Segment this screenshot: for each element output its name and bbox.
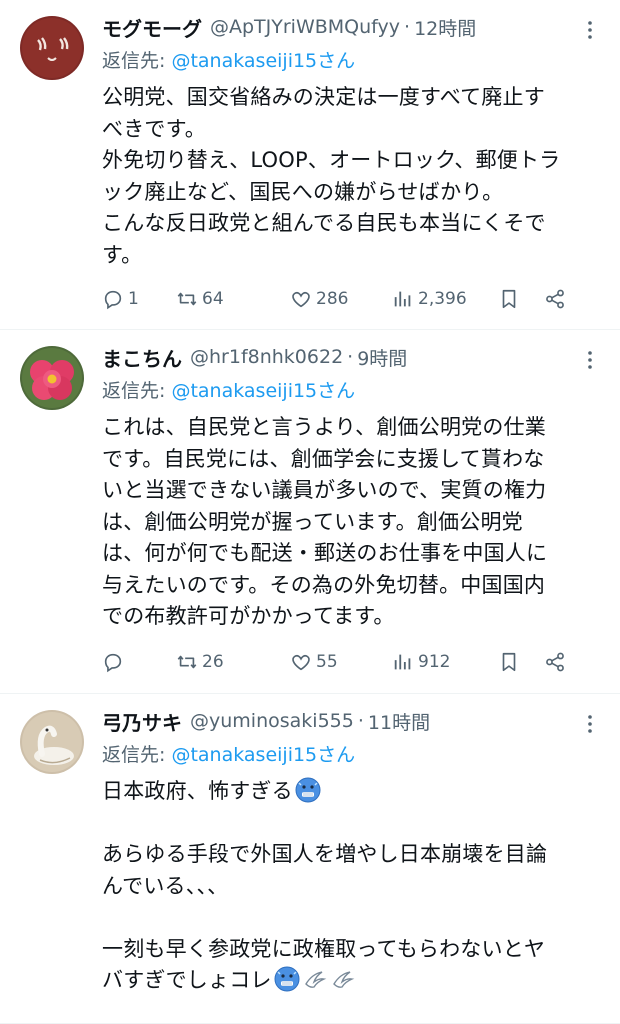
user-handle[interactable]: @hr1f8nhk0622 xyxy=(190,346,343,368)
tweet-text: 日本政府、怖すぎる あらゆる手段で外国人を増やし日本崩壊を目論 んでいる、、、 … xyxy=(102,776,604,997)
user-handle[interactable]: @yuminosaki555 xyxy=(190,710,354,732)
views-button[interactable]: 912 xyxy=(392,651,450,673)
display-name[interactable]: モグモーグ xyxy=(102,13,202,42)
tweet-text-line xyxy=(102,902,604,934)
action-bar: 26 55 912 xyxy=(102,650,604,674)
avatar-image xyxy=(20,710,84,774)
views-count: 912 xyxy=(418,652,451,672)
tweet-text-line: は、創価公明党が握っています。創価公明党 xyxy=(102,509,523,534)
display-name[interactable]: まこちん xyxy=(102,343,182,372)
reply-to-label: 返信先: xyxy=(102,380,172,402)
retweet-count: 26 xyxy=(202,652,224,672)
timestamp[interactable]: 11時間 xyxy=(368,708,430,735)
tweet-text-line: 与えたいのです。その為の外免切替。中国国内 xyxy=(102,572,546,597)
tweet-text: 公明党、国交省絡みの決定は一度すべて廃止す べきです。 外免切り替え、LOOP、… xyxy=(102,82,604,271)
tweet-text: これは、自民党と言うより、創価公明党の仕業 です。自民党には、創価学会に支援して… xyxy=(102,412,604,633)
tweet-text-line: す。 xyxy=(102,242,143,267)
reply-count: 1 xyxy=(128,289,139,309)
tweet-text-line: です。自民党には、創価学会に支援して貰わな xyxy=(102,446,545,471)
tweet-text-line: 一刻も早く参政党に政権取ってもらわないとヤ xyxy=(102,936,546,961)
reply-to-label: 返信先: xyxy=(102,744,172,766)
retweet-icon xyxy=(177,655,197,669)
bookmark-button[interactable] xyxy=(498,651,520,673)
more-icon[interactable] xyxy=(578,712,602,736)
share-icon xyxy=(546,652,564,672)
retweet-icon xyxy=(177,292,197,306)
cold-face-emoji xyxy=(295,777,321,803)
action-bar: 1 64 286 2,396 xyxy=(102,287,604,311)
tweet-text-line: 日本政府、怖すぎる xyxy=(102,776,604,808)
reply-to-line: 返信先: @tanakaseiji15さん xyxy=(102,46,604,76)
reply-icon xyxy=(104,653,122,673)
like-button[interactable]: 55 xyxy=(290,651,338,673)
share-icon xyxy=(546,289,564,309)
more-icon[interactable] xyxy=(578,18,602,42)
user-handle[interactable]: @ApTJYriWBMQufyy xyxy=(210,16,400,38)
cold-face-emoji xyxy=(274,966,300,992)
reply-mention-link[interactable]: @tanakaseiji15さん xyxy=(171,744,355,766)
views-icon xyxy=(394,291,411,307)
reply-icon xyxy=(104,290,122,310)
reply-tweet[interactable]: まこちん @hr1f8nhk0622 · 9時間 返信先: @tanakasei… xyxy=(0,330,620,694)
more-icon[interactable] xyxy=(578,348,602,372)
tweet-text-line: こんな反日政党と組んでる自民も本当にくそで xyxy=(102,211,546,235)
tweet-text-line: ック廃止など、国民への嫌がらせばかり。 xyxy=(102,179,504,204)
tweet-text-segment: 日本政府、怖すぎる xyxy=(102,779,293,803)
views-button[interactable]: 2,396 xyxy=(392,288,467,310)
bookmark-button[interactable] xyxy=(498,288,520,310)
tweet-text-line: べきです。 xyxy=(102,116,206,141)
separator-dot: · xyxy=(347,346,354,368)
reply-mention-link[interactable]: @tanakaseiji15さん xyxy=(171,50,355,72)
dash-emoji xyxy=(304,971,326,988)
tweet-text-line: いと当選できない議員が多いので、実質の権力 xyxy=(102,478,547,502)
heart-icon xyxy=(292,654,310,671)
views-icon xyxy=(394,654,411,670)
heart-icon xyxy=(292,291,310,308)
reply-mention-link[interactable]: @tanakaseiji15さん xyxy=(171,380,355,402)
tweet-text-segment: バすぎでしょコレ xyxy=(102,968,272,992)
reply-tweet[interactable]: モグモーグ @ApTJYriWBMQufyy · 12時間 返信先: @tana… xyxy=(0,0,620,330)
reply-button[interactable]: 1 xyxy=(102,288,139,310)
timeline: モグモーグ @ApTJYriWBMQufyy · 12時間 返信先: @tana… xyxy=(0,0,620,1024)
bookmark-icon xyxy=(502,289,516,309)
dash-emoji xyxy=(332,971,354,988)
separator-dot: · xyxy=(404,16,411,38)
tweet-text-line: 外免切り替え、LOOP、オートロック、郵便トラ xyxy=(102,148,561,172)
separator-dot: · xyxy=(357,710,364,732)
retweet-button[interactable]: 26 xyxy=(176,651,224,673)
avatar-image xyxy=(20,16,84,80)
share-button[interactable] xyxy=(544,288,566,310)
avatar-image xyxy=(20,346,84,410)
reply-to-line: 返信先: @tanakaseiji15さん xyxy=(102,376,604,406)
retweet-count: 64 xyxy=(202,289,224,309)
avatar[interactable] xyxy=(20,346,84,410)
reply-tweet[interactable]: 弓乃サキ @yuminosaki555 · 11時間 返信先: @tanakas… xyxy=(0,694,620,1024)
reply-to-label: 返信先: xyxy=(102,50,172,72)
tweet-text-line: での布教許可がかかってます。 xyxy=(102,604,395,628)
tweet-text-line: 公明党、国交省絡みの決定は一度すべて廃止す xyxy=(102,85,545,109)
tweet-text-line: んでいる、、、 xyxy=(102,873,229,898)
avatar[interactable] xyxy=(20,16,84,80)
tweet-text-line: は、何が何でも配送・郵送のお仕事を中国人に xyxy=(102,541,548,565)
like-count: 286 xyxy=(316,289,349,309)
like-button[interactable]: 286 xyxy=(290,288,348,310)
reply-to-line: 返信先: @tanakaseiji15さん xyxy=(102,740,604,770)
share-button[interactable] xyxy=(544,651,566,673)
bookmark-icon xyxy=(502,652,516,672)
tweet-text-line: あらゆる手段で外国人を増やし日本崩壊を目論 xyxy=(102,842,548,866)
timestamp[interactable]: 12時間 xyxy=(414,14,476,41)
tweet-text-line: これは、自民党と言うより、創価公明党の仕業 xyxy=(102,415,546,439)
tweet-text-line xyxy=(102,808,604,840)
reply-button[interactable] xyxy=(102,651,128,673)
timestamp[interactable]: 9時間 xyxy=(357,344,407,371)
like-count: 55 xyxy=(316,652,338,672)
tweet-text-line: バすぎでしょコレ xyxy=(102,965,604,997)
views-count: 2,396 xyxy=(418,289,467,309)
avatar[interactable] xyxy=(20,710,84,774)
display-name[interactable]: 弓乃サキ xyxy=(102,707,182,736)
retweet-button[interactable]: 64 xyxy=(176,288,224,310)
